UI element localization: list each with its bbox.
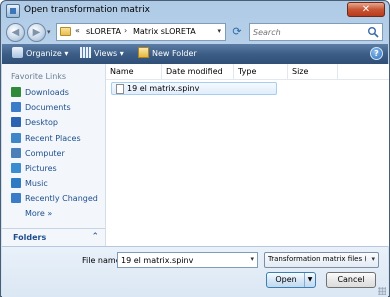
views-button[interactable]: Views ▾ [80, 47, 124, 61]
recently-changed-icon [11, 193, 21, 203]
column-header-size[interactable]: Size [288, 64, 338, 80]
file-icon [116, 84, 124, 94]
double-chevron-right-icon: » [47, 209, 53, 218]
search-box[interactable] [249, 23, 383, 41]
open-button[interactable]: Open ▼ [266, 272, 316, 288]
chevron-down-icon: ▾ [64, 49, 69, 58]
open-file-dialog: Open transformation matrix ✕ ◀ ▶ ▾ « sLO… [0, 0, 390, 297]
views-icon [80, 47, 91, 58]
folders-label: Folders [13, 233, 47, 242]
recent-places-icon [11, 133, 21, 143]
arrow-right-icon: ▶ [32, 27, 41, 38]
help-icon[interactable]: ? [370, 47, 383, 60]
forward-button[interactable]: ▶ [27, 23, 46, 42]
column-header-type[interactable]: Type [234, 64, 288, 80]
downloads-icon [11, 87, 21, 97]
desktop-icon [11, 117, 21, 127]
favorite-link-documents[interactable]: Documents [11, 101, 71, 114]
file-type-select[interactable]: Transformation matrix files (*.s ▾ [264, 252, 379, 268]
search-icon[interactable] [367, 26, 379, 38]
favorite-link-music[interactable]: Music [11, 177, 48, 190]
file-row[interactable]: 19 el matrix.spinv [111, 82, 277, 95]
app-icon [6, 4, 20, 18]
cancel-button[interactable]: Cancel [326, 272, 376, 288]
column-headers: Name Date modified Type Size [106, 64, 389, 80]
address-dropdown-icon[interactable]: ▾ [217, 27, 221, 35]
favorite-link-desktop[interactable]: Desktop [11, 116, 58, 129]
column-header-date-modified[interactable]: Date modified [162, 64, 234, 80]
recent-pages-dropdown[interactable]: ▾ [47, 28, 51, 36]
favorite-link-recent-places[interactable]: Recent Places [11, 132, 81, 145]
documents-icon [11, 102, 21, 112]
chevron-down-icon: ▾ [371, 255, 375, 263]
folders-toggle[interactable]: Folders ⌃ [2, 228, 105, 246]
search-input[interactable] [253, 26, 363, 39]
breadcrumb-sloreta[interactable]: sLORETA [86, 27, 121, 36]
more-links[interactable]: More » [11, 207, 52, 220]
file-name-input[interactable] [121, 254, 243, 266]
favorite-link-computer[interactable]: Computer [11, 147, 65, 160]
folder-icon [60, 27, 71, 36]
file-list: Name Date modified Type Size 19 el matri… [106, 64, 389, 246]
pictures-icon [11, 163, 21, 173]
open-dropdown-arrow-icon[interactable]: ▼ [304, 273, 315, 287]
breadcrumb-separator: › [124, 26, 128, 35]
organize-icon [12, 47, 23, 58]
refresh-button[interactable]: ⟳ [229, 24, 245, 40]
column-header-name[interactable]: Name [106, 64, 162, 80]
organize-button[interactable]: Organize ▾ [12, 47, 68, 61]
arrow-left-icon: ◀ [11, 27, 20, 38]
favorite-links-header: Favorite Links [11, 72, 67, 81]
dialog-footer: File name: ▾ Transformation matrix files… [2, 246, 388, 297]
overflow-chevron-icon[interactable]: « [75, 26, 80, 35]
file-type-value: Transformation matrix files (*.s [268, 255, 366, 263]
favorite-link-downloads[interactable]: Downloads [11, 86, 69, 99]
navigation-pane: Favorite Links Downloads Documents Deskt… [2, 64, 106, 246]
favorite-link-recently-changed[interactable]: Recently Changed [11, 192, 98, 205]
window-title: Open transformation matrix [24, 5, 150, 15]
new-folder-icon [138, 47, 149, 58]
back-button[interactable]: ◀ [6, 23, 25, 42]
title-bar: Open transformation matrix ✕ [1, 1, 389, 21]
close-button[interactable]: ✕ [347, 2, 385, 17]
chevron-down-icon[interactable]: ▾ [250, 255, 254, 263]
chevron-up-icon: ⌃ [91, 232, 99, 242]
breadcrumb-matrix-sloreta[interactable]: Matrix sLORETA [133, 27, 196, 36]
address-bar[interactable]: « sLORETA › Matrix sLORETA ▾ [56, 23, 226, 41]
refresh-icon: ⟳ [232, 25, 242, 38]
file-name-combobox[interactable]: ▾ [117, 252, 258, 268]
file-name: 19 el matrix.spinv [127, 84, 200, 93]
resize-grip[interactable] [378, 287, 386, 295]
favorite-link-pictures[interactable]: Pictures [11, 162, 57, 175]
music-icon [11, 178, 21, 188]
chevron-down-icon: ▾ [119, 49, 124, 58]
command-toolbar: Organize ▾ Views ▾ New Folder ? [2, 44, 388, 64]
new-folder-button[interactable]: New Folder [138, 47, 197, 61]
computer-icon [11, 148, 21, 158]
